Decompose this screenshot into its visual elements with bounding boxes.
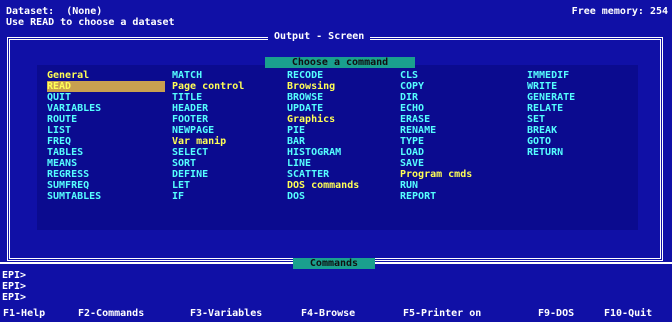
command-prompt: EPI>	[2, 281, 27, 292]
menu-heading-page-control: Page control	[172, 81, 245, 92]
free-memory-indicator: Free memory: 254	[571, 6, 668, 17]
f10-quit-key[interactable]: F10-Quit	[604, 308, 652, 319]
menu-item-run[interactable]: RUN	[400, 180, 472, 191]
dataset-status: Dataset: (None)	[6, 6, 103, 17]
menu-item-set[interactable]: SET	[527, 114, 575, 125]
menu-item-echo[interactable]: ECHO	[400, 103, 472, 114]
menu-item-list[interactable]: LIST	[47, 125, 165, 136]
menu-item-match[interactable]: MATCH	[172, 70, 244, 81]
menu-item-route[interactable]: ROUTE	[47, 114, 165, 125]
menu-heading-graphics: Graphics	[287, 114, 336, 125]
menu-item-define[interactable]: DEFINE	[172, 169, 244, 180]
menu-item-write[interactable]: WRITE	[527, 81, 575, 92]
menu-column-program: IMMEDIF WRITE GENERATE RELATE SET BREAK GOTO RE…	[527, 70, 575, 158]
menu-item-sumtables[interactable]: SUMTABLES	[47, 191, 165, 202]
menu-item-tables[interactable]: TABLES	[47, 147, 165, 158]
menu-item-title[interactable]: TITLE	[172, 92, 244, 103]
menu-item-type[interactable]: TYPE	[400, 136, 472, 147]
f2-commands-key[interactable]: F2-Commands	[78, 308, 144, 319]
menu-item-header[interactable]: HEADER	[172, 103, 244, 114]
function-key-bar: F1-Help F2-Commands F3-Variables F4-Brow…	[0, 306, 672, 322]
menu-item-regress[interactable]: REGRESS	[47, 169, 165, 180]
menu-item-variables[interactable]: VARIABLES	[47, 103, 165, 114]
menu-item-update[interactable]: UPDATE	[287, 103, 359, 114]
menu-heading-program-cmds: Program cmds	[400, 169, 473, 180]
menu-item-goto[interactable]: GOTO	[527, 136, 575, 147]
f1-help-key[interactable]: F1-Help	[3, 308, 45, 319]
dataset-hint: Use READ to choose a dataset	[6, 17, 175, 28]
menu-item-histogram[interactable]: HISTOGRAM	[287, 147, 359, 158]
menu-item-erase[interactable]: ERASE	[400, 114, 472, 125]
menu-item-immedif[interactable]: IMMEDIF	[527, 70, 575, 81]
command-prompt: EPI>	[2, 270, 27, 281]
menu-item-cls[interactable]: CLS	[400, 70, 472, 81]
menu-item-freq[interactable]: FREQ	[47, 136, 165, 147]
menu-heading-dos-commands: DOS commands	[287, 180, 360, 191]
menu-item-break[interactable]: BREAK	[527, 125, 575, 136]
menu-item-sort[interactable]: SORT	[172, 158, 244, 169]
menu-item-dir[interactable]: DIR	[400, 92, 472, 103]
menu-heading-general: General	[47, 70, 90, 81]
menu-item-read[interactable]: READ	[47, 81, 165, 92]
menu-item-copy[interactable]: COPY	[400, 81, 472, 92]
menu-column-page-control: MATCH Page control TITLE HEADER FOOTER NEWPAG…	[172, 70, 244, 202]
menu-item-relate[interactable]: RELATE	[527, 103, 575, 114]
menu-item-if[interactable]: IF	[172, 191, 244, 202]
menu-item-line[interactable]: LINE	[287, 158, 359, 169]
menu-column-general: General READ QUIT VARIABLES ROUTE LIST FREQ TAB…	[47, 70, 165, 202]
menu-heading-browsing: Browsing	[287, 81, 336, 92]
menu-item-save[interactable]: SAVE	[400, 158, 472, 169]
f9-dos-key[interactable]: F9-DOS	[538, 308, 574, 319]
menu-item-select[interactable]: SELECT	[172, 147, 244, 158]
menu-item-rename[interactable]: RENAME	[400, 125, 472, 136]
menu-item-pie[interactable]: PIE	[287, 125, 359, 136]
menu-item-bar[interactable]: BAR	[287, 136, 359, 147]
menu-item-return[interactable]: RETURN	[527, 147, 575, 158]
menu-item-browse[interactable]: BROWSE	[287, 92, 359, 103]
menu-item-load[interactable]: LOAD	[400, 147, 472, 158]
menu-column-dos: CLS COPY DIR ECHO ERASE RENAME TYPE LOAD SAVE Pro…	[400, 70, 472, 202]
menu-item-sumfreq[interactable]: SUMFREQ	[47, 180, 165, 191]
f4-browse-key[interactable]: F4-Browse	[301, 308, 355, 319]
menu-item-quit[interactable]: QUIT	[47, 92, 165, 103]
menu-item-report[interactable]: REPORT	[400, 191, 472, 202]
command-prompt-active[interactable]: EPI>	[2, 292, 26, 303]
menu-item-recode[interactable]: RECODE	[287, 70, 359, 81]
f3-variables-key[interactable]: F3-Variables	[190, 308, 262, 319]
menu-column-browsing: RECODE Browsing BROWSE UPDATE Graphics PIE BAR…	[287, 70, 359, 202]
menu-item-generate[interactable]: GENERATE	[527, 92, 575, 103]
menu-item-footer[interactable]: FOOTER	[172, 114, 244, 125]
menu-heading-var-manip: Var manip	[172, 136, 227, 147]
menu-item-means[interactable]: MEANS	[47, 158, 165, 169]
menu-item-scatter[interactable]: SCATTER	[287, 169, 359, 180]
menu-item-newpage[interactable]: NEWPAGE	[172, 125, 244, 136]
menu-item-let[interactable]: LET	[172, 180, 244, 191]
menu-item-dos[interactable]: DOS	[287, 191, 359, 202]
output-window-title: Output - Screen	[268, 31, 371, 42]
command-menu-title: Choose a command	[265, 57, 415, 68]
commands-panel-title: Commands	[293, 258, 375, 269]
f5-printer-key[interactable]: F5-Printer on	[403, 308, 481, 319]
